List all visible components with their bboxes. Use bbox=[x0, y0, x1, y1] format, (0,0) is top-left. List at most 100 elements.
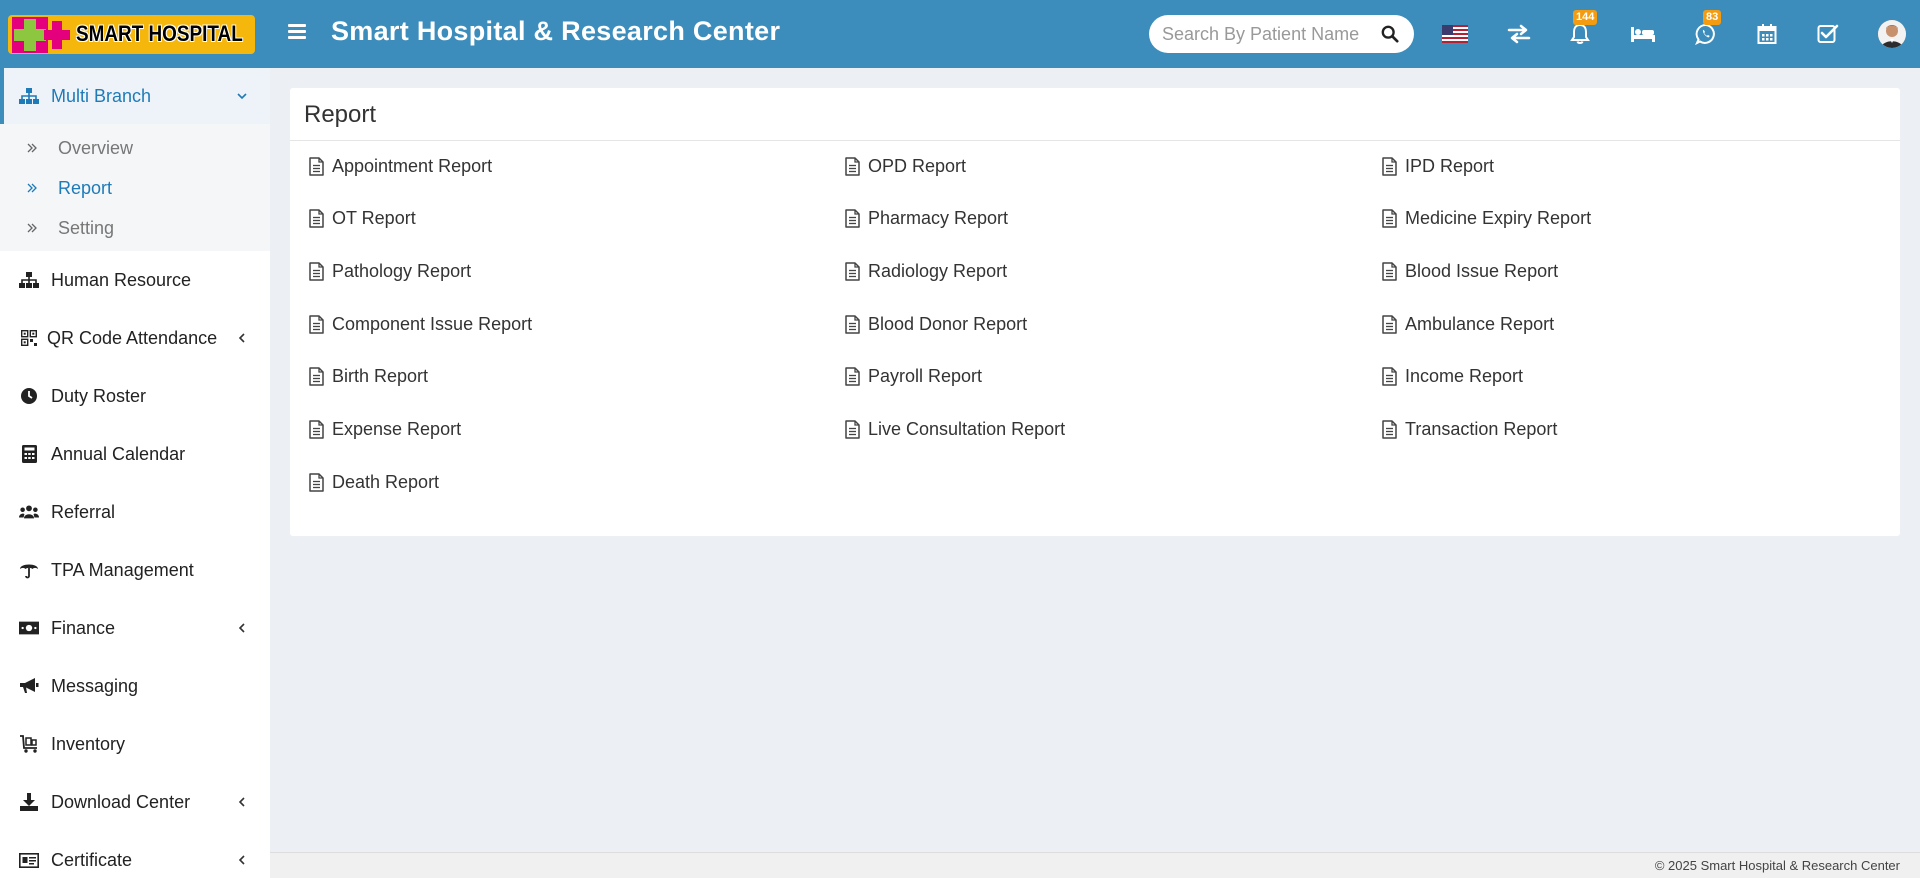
report-link[interactable]: Blood Issue Report bbox=[1382, 261, 1558, 282]
user-avatar[interactable] bbox=[1878, 20, 1906, 48]
cart-icon bbox=[19, 734, 39, 754]
report-link[interactable]: Expense Report bbox=[309, 419, 461, 440]
copyright-text: © 2025 Smart Hospital & Research Center bbox=[1654, 858, 1900, 873]
sidebar-item-label: Referral bbox=[51, 501, 116, 522]
whatsapp-icon[interactable]: 83 bbox=[1693, 10, 1722, 47]
report-link-label: OPD Report bbox=[868, 156, 967, 176]
sidebar-item-inventory[interactable]: Inventory bbox=[0, 715, 270, 773]
transfer-icon[interactable] bbox=[1506, 21, 1532, 47]
logo-cross-pink-icon bbox=[44, 21, 70, 49]
file-text-icon bbox=[845, 420, 860, 439]
sidebar-item-duty-roster[interactable]: Duty Roster bbox=[0, 367, 270, 425]
sidebar-item-referral[interactable]: Referral bbox=[0, 483, 270, 541]
calculator-icon bbox=[19, 444, 39, 464]
download-icon bbox=[19, 792, 39, 812]
report-link[interactable]: Medicine Expiry Report bbox=[1382, 208, 1591, 229]
file-text-icon bbox=[1382, 420, 1397, 439]
file-text-icon bbox=[1382, 262, 1397, 281]
sidebar-item-label: Duty Roster bbox=[51, 385, 147, 406]
file-text-icon bbox=[845, 315, 860, 334]
flag-us-icon[interactable] bbox=[1442, 21, 1468, 47]
users-icon bbox=[19, 502, 39, 522]
patient-search-box bbox=[1149, 15, 1414, 53]
report-link[interactable]: Death Report bbox=[309, 472, 439, 493]
report-link-label: Expense Report bbox=[332, 419, 462, 439]
chevron-down-icon bbox=[237, 93, 247, 100]
report-link-label: Birth Report bbox=[332, 366, 429, 386]
sidebar: Multi Branch Overview Report Setting Hum… bbox=[0, 68, 270, 878]
sidebar-item-multi-branch[interactable]: Multi Branch bbox=[0, 68, 270, 124]
report-link[interactable]: Transaction Report bbox=[1382, 419, 1557, 440]
file-text-icon bbox=[1382, 315, 1397, 334]
qrcode-icon bbox=[19, 328, 39, 348]
sidebar-item-label: Certificate bbox=[51, 849, 133, 870]
report-link-label: Ambulance Report bbox=[1405, 314, 1555, 334]
sidebar-item-annual-calendar[interactable]: Annual Calendar bbox=[0, 425, 270, 483]
report-link-label: Pathology Report bbox=[332, 261, 472, 281]
sidebar-item-label: Download Center bbox=[51, 791, 191, 812]
clock-icon bbox=[19, 386, 39, 406]
report-link[interactable]: Pathology Report bbox=[309, 261, 471, 282]
file-text-icon bbox=[1382, 157, 1397, 176]
report-link[interactable]: Live Consultation Report bbox=[845, 419, 1065, 440]
app-title: Smart Hospital & Research Center bbox=[331, 16, 781, 46]
search-icon[interactable] bbox=[1381, 25, 1399, 43]
report-link[interactable]: Payroll Report bbox=[845, 366, 982, 387]
sidebar-item-tpa-management[interactable]: TPA Management bbox=[0, 541, 270, 599]
patient-search-input[interactable] bbox=[1162, 23, 1367, 45]
report-link[interactable]: OPD Report bbox=[845, 156, 966, 177]
report-link[interactable]: Radiology Report bbox=[845, 261, 1007, 282]
task-check-icon[interactable] bbox=[1815, 21, 1841, 47]
sidebar-item-certificate[interactable]: Certificate bbox=[0, 831, 270, 878]
report-link-label: IPD Report bbox=[1405, 156, 1495, 176]
sidebar-item-label: Human Resource bbox=[51, 269, 192, 290]
chevron-left-icon bbox=[238, 797, 245, 807]
logo-cross-icon bbox=[12, 17, 48, 53]
file-text-icon bbox=[309, 262, 324, 281]
submenu-item-label: Setting bbox=[58, 217, 115, 238]
report-link[interactable]: Pharmacy Report bbox=[845, 208, 1008, 229]
file-text-icon bbox=[309, 209, 324, 228]
report-link-label: Income Report bbox=[1405, 366, 1524, 386]
chevron-left-icon bbox=[238, 623, 245, 633]
calendar-icon[interactable] bbox=[1754, 21, 1780, 47]
sidebar-item-qr-code-attendance[interactable]: QR Code Attendance bbox=[0, 309, 270, 367]
notification-count-badge: 144 bbox=[1573, 10, 1598, 25]
report-link[interactable]: Ambulance Report bbox=[1382, 314, 1554, 335]
whatsapp-count-badge: 83 bbox=[1703, 10, 1722, 25]
submenu-item-report[interactable]: Report bbox=[0, 168, 270, 208]
report-link[interactable]: Income Report bbox=[1382, 366, 1523, 387]
submenu-item-overview[interactable]: Overview bbox=[0, 128, 270, 168]
sidebar-item-download-center[interactable]: Download Center bbox=[0, 773, 270, 831]
sidebar-item-label: Finance bbox=[51, 617, 116, 638]
report-link[interactable]: OT Report bbox=[309, 208, 416, 229]
logo[interactable]: SMART HOSPITAL bbox=[8, 15, 255, 54]
bed-icon[interactable] bbox=[1630, 21, 1656, 47]
file-text-icon bbox=[845, 209, 860, 228]
footer: © 2025 Smart Hospital & Research Center bbox=[270, 852, 1920, 878]
report-link-label: Appointment Report bbox=[332, 156, 493, 176]
report-link[interactable]: IPD Report bbox=[1382, 156, 1494, 177]
submenu-item-setting[interactable]: Setting bbox=[0, 208, 270, 248]
menu-toggle-button[interactable] bbox=[288, 24, 306, 42]
bell-icon[interactable]: 144 bbox=[1567, 10, 1598, 47]
sidebar-item-finance[interactable]: Finance bbox=[0, 599, 270, 657]
report-link-label: Component Issue Report bbox=[332, 314, 533, 334]
report-link[interactable]: Component Issue Report bbox=[309, 314, 532, 335]
report-link[interactable]: Blood Donor Report bbox=[845, 314, 1027, 335]
file-text-icon bbox=[845, 157, 860, 176]
report-link[interactable]: Appointment Report bbox=[309, 156, 492, 177]
report-link-label: Medicine Expiry Report bbox=[1405, 208, 1592, 228]
report-link-label: Death Report bbox=[332, 472, 440, 492]
page-title: Report bbox=[304, 101, 377, 128]
sidebar-item-messaging[interactable]: Messaging bbox=[0, 657, 270, 715]
report-link[interactable]: Birth Report bbox=[309, 366, 428, 387]
logo-text: SMART HOSPITAL bbox=[76, 21, 243, 46]
sidebar-item-human-resource[interactable]: Human Resource bbox=[0, 251, 270, 309]
umbrella-icon bbox=[19, 560, 39, 580]
sidebar-item-label: Annual Calendar bbox=[51, 443, 186, 464]
bullhorn-icon bbox=[19, 676, 39, 696]
file-text-icon bbox=[845, 367, 860, 386]
sidebar-item-label: Messaging bbox=[51, 675, 139, 696]
file-text-icon bbox=[309, 367, 324, 386]
